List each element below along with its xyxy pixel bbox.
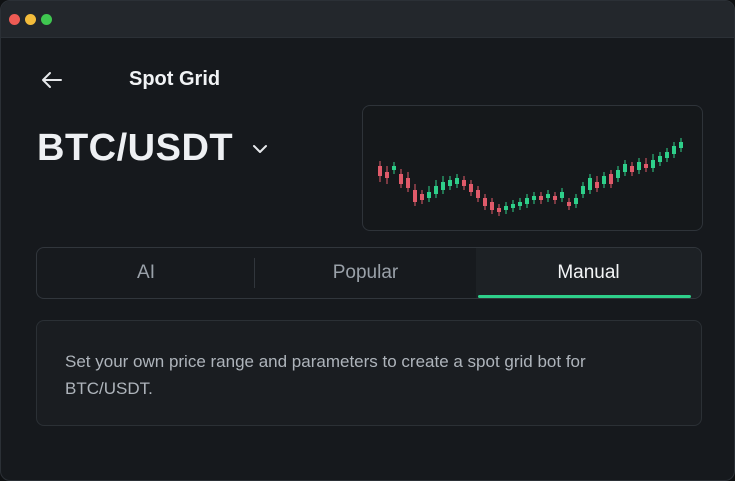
candle-body: [378, 166, 382, 176]
candle-body: [630, 166, 634, 172]
candle-body: [539, 196, 543, 200]
candle-body: [420, 194, 424, 200]
page-title: Spot Grid: [129, 68, 221, 90]
candle-body: [609, 174, 613, 184]
candle-body: [448, 180, 452, 186]
candle-body: [588, 178, 592, 190]
candle-body: [469, 184, 473, 192]
info-card: Set your own price range and parameters …: [36, 320, 702, 426]
candle-body: [406, 178, 410, 188]
close-window-button[interactable]: [9, 14, 20, 25]
tab-manual[interactable]: Manual: [476, 248, 701, 298]
candle-body: [644, 164, 648, 168]
tab-ai[interactable]: AI: [37, 248, 255, 298]
candle-body: [637, 162, 641, 170]
mode-tabs: AI Popular Manual: [36, 247, 702, 299]
app-window: Spot Grid BTC/USDT AI Popular Manual Set…: [0, 0, 735, 481]
info-description: Set your own price range and parameters …: [65, 352, 586, 398]
candle-body: [651, 160, 655, 168]
candle-body: [434, 186, 438, 194]
candle-body: [476, 190, 480, 198]
candle-body: [413, 190, 417, 202]
candle-body: [602, 176, 606, 184]
candle-body: [483, 198, 487, 206]
candle-body: [511, 204, 515, 208]
candle-body: [560, 192, 564, 198]
candle-body: [462, 180, 466, 186]
back-button[interactable]: [39, 67, 65, 93]
candle-body: [441, 182, 445, 190]
candle-body: [546, 194, 550, 198]
candle-body: [525, 198, 529, 204]
candle-body: [427, 192, 431, 198]
trading-pair-label: BTC/USDT: [37, 127, 234, 169]
candle-body: [392, 166, 396, 170]
candle-body: [497, 208, 501, 212]
candle-body: [616, 170, 620, 178]
maximize-window-button[interactable]: [41, 14, 52, 25]
candle-body: [581, 186, 585, 194]
candle-body: [504, 206, 508, 210]
price-preview-chart: [362, 105, 703, 231]
candle-body: [553, 196, 557, 200]
candle-body: [623, 164, 627, 172]
candle-body: [455, 178, 459, 184]
candle-body: [679, 142, 683, 148]
minimize-window-button[interactable]: [25, 14, 36, 25]
candle-body: [490, 202, 494, 210]
active-tab-indicator: [478, 295, 691, 298]
tab-popular[interactable]: Popular: [255, 248, 476, 298]
candle-body: [665, 152, 669, 158]
candle-body: [658, 156, 662, 162]
candle-body: [399, 174, 403, 184]
candle-body: [595, 182, 599, 188]
candle-body: [385, 172, 389, 178]
candle-body: [532, 196, 536, 200]
candle-body: [518, 202, 522, 206]
candle-body: [672, 146, 676, 154]
candle-body: [574, 198, 578, 204]
title-bar: [1, 1, 734, 38]
chevron-down-icon: [253, 145, 268, 153]
candlestick-chart: [378, 138, 683, 216]
arrow-left-icon: [42, 72, 62, 88]
candle-body: [567, 202, 571, 206]
trading-pair-selector[interactable]: BTC/USDT: [37, 125, 269, 171]
